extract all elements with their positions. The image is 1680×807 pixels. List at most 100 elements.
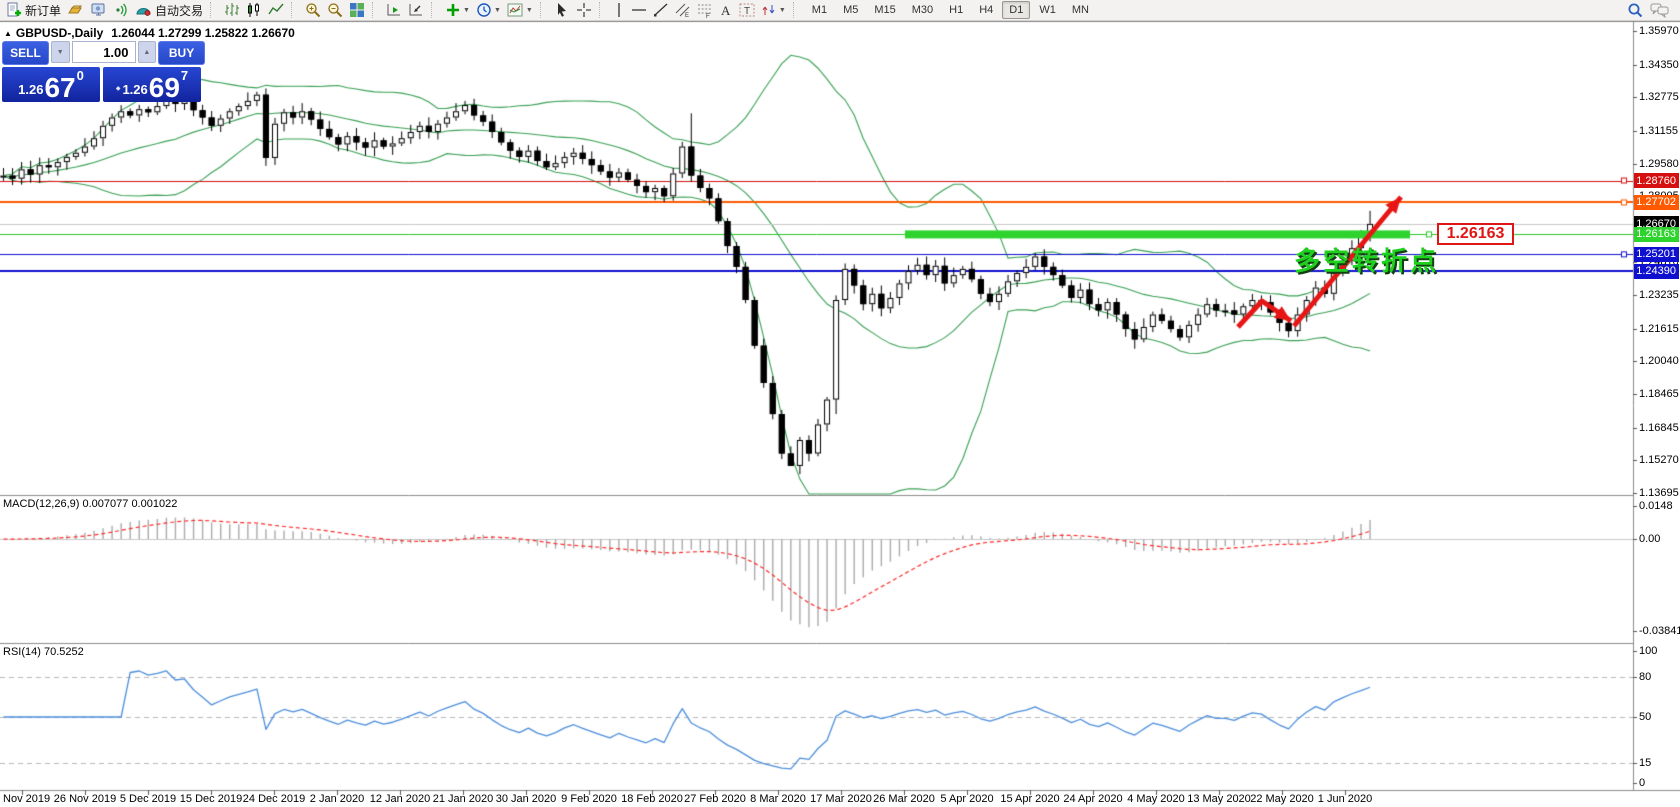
fibonacci-button[interactable]: F [694, 1, 716, 20]
timeframe-m1-button[interactable]: M1 [805, 1, 834, 19]
timeframe-d1-button[interactable]: D1 [1002, 1, 1031, 19]
vertical-line-button[interactable] [610, 1, 628, 20]
hline-icon [631, 2, 647, 18]
sell-price-big: 67 [44, 72, 76, 103]
horizontal-line-button[interactable] [628, 1, 650, 20]
time-axis-label: 5 Dec 2019 [119, 793, 177, 805]
sell-price-sup: 0 [76, 68, 84, 83]
toolbar-right-group [1624, 1, 1672, 20]
zoomout-icon [327, 2, 343, 18]
autotrading-button[interactable]: 自动交易 [132, 1, 206, 20]
gold-button[interactable] [64, 1, 87, 20]
crosshair-button[interactable] [573, 1, 595, 20]
toolbar-separator [291, 2, 299, 18]
autotrade-icon [135, 2, 152, 18]
price-axis-label: 1.31155 [1639, 124, 1678, 137]
time-axis-label: 24 Apr 2020 [1063, 793, 1123, 805]
volume-input[interactable] [71, 41, 136, 63]
chevron-down-icon[interactable]: ▼ [494, 7, 501, 14]
gold-icon [67, 2, 84, 18]
periods-button[interactable]: ▼ [473, 1, 504, 20]
trendline-button[interactable] [650, 1, 672, 20]
svg-text:F: F [706, 14, 710, 18]
cursor-button[interactable] [551, 1, 573, 20]
indicators-button[interactable]: ▼ [442, 1, 473, 20]
chart-area[interactable]: ▲ GBPUSD-,Daily 1.26044 1.27299 1.25822 … [0, 21, 1680, 807]
chevron-down-icon[interactable]: ▼ [526, 7, 533, 14]
buy-price-display[interactable]: ◆ 1.26 69 7 [103, 67, 201, 102]
time-axis-label: 27 Feb 2020 [684, 793, 746, 805]
tile-icon [349, 2, 365, 18]
ohlc-values: 1.26044 1.27299 1.25822 1.26670 [111, 26, 295, 40]
timeframe-m30-button[interactable]: M30 [905, 1, 940, 19]
chevron-down-icon[interactable]: ▼ [779, 7, 786, 14]
fibo-icon: F [697, 2, 713, 18]
search-button[interactable] [1624, 1, 1647, 20]
toolbar-separator [539, 2, 548, 18]
toolbar-separator [598, 2, 607, 18]
autoscroll-icon [386, 2, 402, 18]
turning-point-annotation[interactable]: 多空转折点 [1294, 241, 1439, 278]
timeframe-h4-button[interactable]: H4 [972, 1, 1000, 19]
sell-button[interactable]: SELL [2, 41, 49, 65]
expert-advisors-button[interactable] [87, 1, 110, 20]
macd-signal-value: 0.001022 [131, 498, 178, 510]
buy-price-big: 69 [148, 72, 180, 103]
candlestick-chart-button[interactable] [243, 1, 265, 20]
price-axis-label: 1.16845 [1639, 421, 1679, 434]
macd-axis-label: 0.0148 [1639, 500, 1673, 512]
arrows-button[interactable]: ▼ [758, 1, 789, 20]
time-axis-label: 17 Mar 2020 [810, 793, 872, 805]
price-axis-label: 1.21615 [1639, 322, 1679, 335]
templates-button[interactable]: ▼ [504, 1, 536, 20]
buy-button[interactable]: BUY [158, 41, 205, 65]
chart-shift-button[interactable] [405, 1, 427, 20]
text-button[interactable]: A [716, 1, 736, 20]
bar-chart-button[interactable] [221, 1, 243, 20]
level-price-label[interactable]: 1.26163 [1437, 223, 1514, 245]
zoom-in-button[interactable] [302, 1, 324, 20]
price-axis-label: 1.34350 [1639, 58, 1679, 71]
rsi-axis-label: 50 [1639, 711, 1652, 723]
timeframe-m15-button[interactable]: M15 [867, 1, 902, 19]
mt4-window: 新订单 自动交易 ▼ ▼ ▼ E F A T ▼ M1 M5 M15 M30 H1 H4 D1 W1 MN ▲ GB… [0, 0, 1680, 807]
timeframe-m5-button[interactable]: M5 [836, 1, 865, 19]
new-order-button[interactable]: 新订单 [3, 1, 64, 20]
sell-price-display[interactable]: 1.26 67 0 [2, 67, 100, 102]
equidistant-channel-button[interactable]: E [672, 1, 694, 20]
cursor-icon [554, 2, 570, 18]
time-axis-label: 15 Apr 2020 [1000, 793, 1060, 805]
price-line-badge: 1.26163 [1634, 226, 1679, 242]
window-marker-icon: ▲ [4, 28, 12, 38]
toolbar-separator [372, 2, 380, 18]
line-chart-button[interactable] [265, 1, 287, 20]
toolbar-separator [210, 2, 218, 18]
timeframe-mn-button[interactable]: MN [1065, 1, 1096, 19]
price-axis-label: 1.18465 [1639, 388, 1679, 401]
time-axis-label: 1 Jun 2020 [1317, 793, 1373, 805]
volume-decrease-button[interactable]: ▼ [50, 41, 70, 63]
zoom-out-button[interactable] [324, 1, 346, 20]
text-label-button[interactable]: T [736, 1, 758, 20]
price-line-badge: 1.27702 [1634, 194, 1679, 210]
chevron-down-icon[interactable]: ▼ [463, 7, 470, 14]
time-axis-label: 4 May 2020 [1127, 793, 1185, 805]
time-axis-label: 21 Jan 2020 [432, 793, 494, 805]
ea-icon [90, 2, 107, 18]
clock-icon [476, 2, 492, 18]
volume-increase-button[interactable]: ▲ [137, 41, 157, 63]
tile-windows-button[interactable] [346, 1, 368, 20]
time-axis-label: 18 Feb 2020 [621, 793, 683, 805]
price-axis-label: 1.15270 [1639, 454, 1679, 467]
shift-icon [408, 2, 424, 18]
auto-scroll-button[interactable] [383, 1, 405, 20]
price-chart-canvas[interactable] [0, 21, 1680, 807]
timeframe-h1-button[interactable]: H1 [942, 1, 970, 19]
signals-button[interactable] [110, 1, 132, 20]
one-click-trading-panel: SELL ▼ ▲ BUY 1.26 67 0 ◆ 1.26 69 7 [2, 41, 205, 102]
timeframe-w1-button[interactable]: W1 [1032, 1, 1063, 19]
community-button[interactable] [1647, 1, 1672, 20]
crosshair-icon [576, 2, 592, 18]
time-axis-label: 2 Jan 2020 [309, 793, 365, 805]
channel-icon: E [675, 2, 691, 18]
